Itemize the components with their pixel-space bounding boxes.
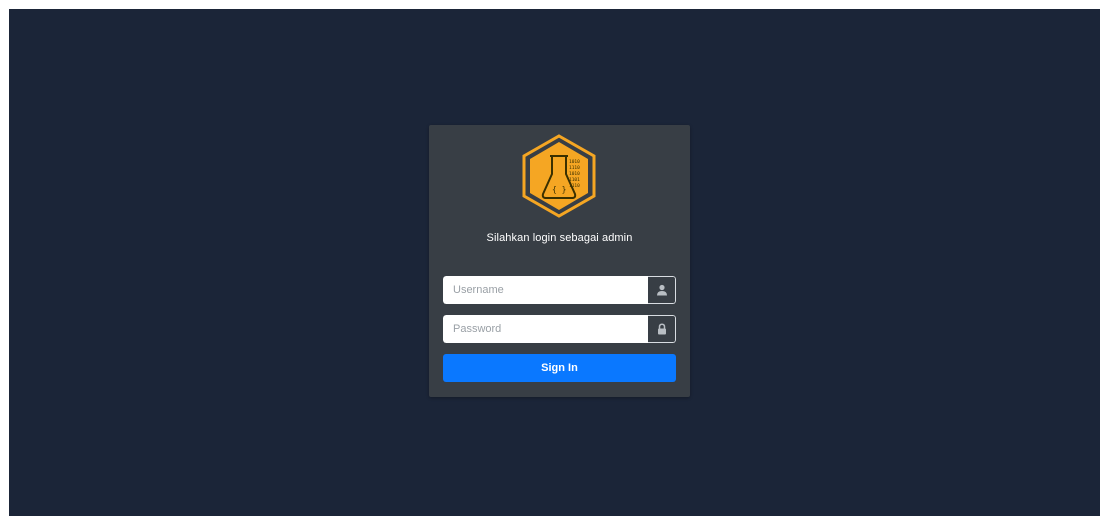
page-background: { } 1010 1110 1010 1101 1110 Silahkan lo… bbox=[9, 9, 1100, 516]
binary-line: 1010 bbox=[569, 159, 580, 165]
sign-in-button[interactable]: Sign In bbox=[443, 354, 676, 382]
username-input[interactable] bbox=[443, 276, 648, 304]
binary-line: 1110 bbox=[569, 183, 580, 189]
binary-line: 1110 bbox=[569, 165, 580, 171]
username-group bbox=[443, 276, 676, 304]
binary-line: 1010 bbox=[569, 171, 580, 177]
login-card: { } 1010 1110 1010 1101 1110 Silahkan lo… bbox=[429, 125, 690, 397]
password-group bbox=[443, 315, 676, 343]
password-input[interactable] bbox=[443, 315, 648, 343]
binary-line: 1101 bbox=[569, 177, 580, 183]
user-icon bbox=[648, 276, 676, 304]
login-subtitle: Silahkan login sebagai admin bbox=[486, 232, 633, 244]
svg-text:{ }: { } bbox=[552, 185, 566, 194]
flask-logo-icon: { } 1010 1110 1010 1101 1110 bbox=[522, 134, 596, 218]
lock-icon bbox=[648, 315, 676, 343]
